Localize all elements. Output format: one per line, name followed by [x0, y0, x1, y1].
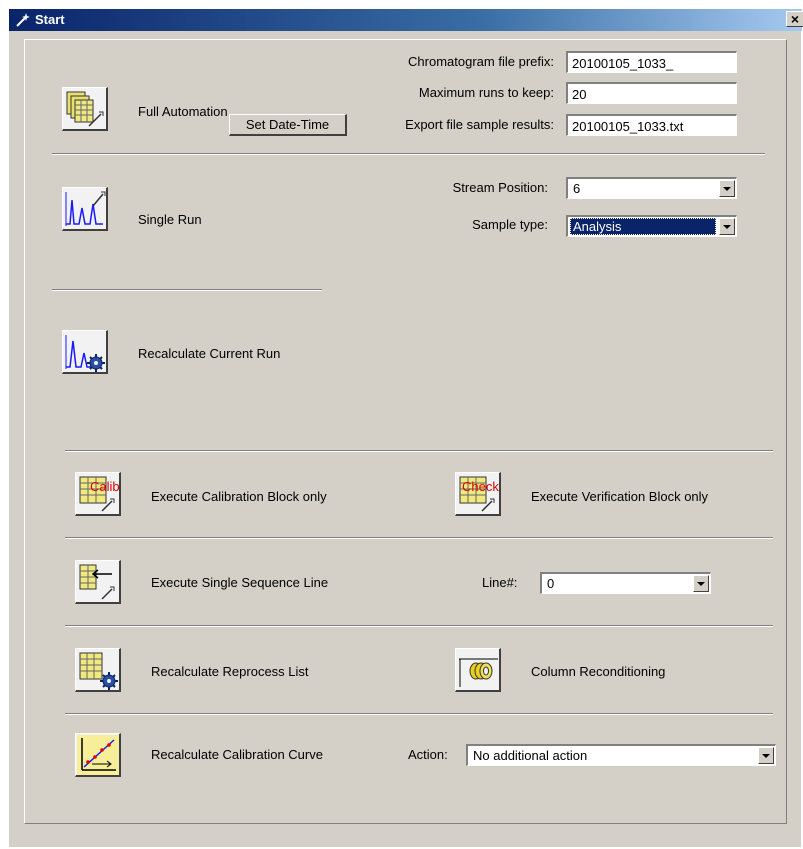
recalculate-calibration-curve-button[interactable]: [75, 733, 121, 777]
chevron-down-icon[interactable]: [758, 747, 774, 764]
separator: [65, 625, 773, 627]
export-field[interactable]: 20100105_1033.txt: [566, 114, 737, 136]
chromatogram-icon: [65, 191, 106, 226]
action-value: No additional action: [473, 748, 588, 763]
separator: [65, 713, 773, 715]
recalculate-reprocess-label: Recalculate Reprocess List: [151, 664, 309, 679]
execute-calibration-label: Execute Calibration Block only: [151, 489, 327, 504]
recalculate-current-run-button[interactable]: [62, 330, 108, 374]
stream-position-label: Stream Position:: [452, 180, 548, 195]
check-icon-text: Check: [462, 479, 499, 494]
execute-sequence-line-button[interactable]: [75, 560, 121, 604]
action-label: Action:: [408, 747, 448, 762]
line-number-label: Line#:: [482, 575, 518, 590]
single-run-label: Single Run: [138, 212, 202, 227]
full-automation-button[interactable]: [62, 87, 108, 131]
full-automation-label: Full Automation: [138, 104, 228, 119]
action-select[interactable]: No additional action: [466, 744, 776, 766]
calib-icon-text: Calib: [90, 479, 120, 494]
prefix-label: Chromatogram file prefix:: [408, 54, 554, 69]
stream-position-value: 6: [573, 181, 581, 196]
prefix-field[interactable]: 20100105_1033_: [566, 51, 737, 73]
separator: [52, 153, 765, 155]
check-sheet-icon: Check: [459, 476, 499, 512]
sample-type-label: Sample type:: [472, 217, 548, 232]
calibration-sheet-icon: Calib: [79, 476, 120, 512]
max-runs-field[interactable]: 20: [566, 82, 737, 104]
single-run-button[interactable]: [62, 187, 108, 231]
separator: [65, 450, 773, 452]
separator: [52, 289, 322, 291]
execute-calibration-button[interactable]: Calib: [75, 472, 121, 516]
recalculate-calibration-curve-label: Recalculate Calibration Curve: [151, 747, 323, 762]
calibration-curve-icon: [77, 735, 119, 775]
chevron-down-icon[interactable]: [719, 180, 735, 197]
execute-verification-button[interactable]: Check: [455, 472, 501, 516]
sample-type-select[interactable]: Analysis: [566, 215, 737, 237]
line-number-select[interactable]: 0: [540, 572, 711, 594]
column-coil-icon: [459, 658, 498, 687]
chromatogram-gear-icon: [65, 335, 105, 372]
line-number-value: 0: [547, 576, 555, 591]
spreadsheet-stack-icon: [66, 91, 104, 127]
title-bar: Start ×: [9, 9, 803, 31]
export-label: Export file sample results:: [405, 117, 554, 132]
chevron-down-icon[interactable]: [719, 218, 735, 235]
execute-sequence-line-label: Execute Single Sequence Line: [151, 575, 329, 590]
main-panel: Full Automation Chromatogram file prefix…: [24, 39, 787, 824]
recalculate-reprocess-button[interactable]: [75, 648, 121, 692]
sequence-arrow-icon: [79, 564, 115, 600]
separator: [65, 537, 773, 539]
execute-verification-label: Execute Verification Block only: [531, 489, 709, 504]
stream-position-select[interactable]: 6: [566, 177, 737, 199]
wand-icon: [16, 13, 30, 27]
window-title: Start: [35, 12, 65, 27]
sheet-gear-icon: [79, 652, 118, 690]
recalculate-current-run-label: Recalculate Current Run: [138, 346, 281, 361]
column-reconditioning-button[interactable]: [455, 648, 501, 692]
close-button[interactable]: ×: [786, 11, 803, 27]
column-reconditioning-label: Column Reconditioning: [531, 664, 666, 679]
chevron-down-icon[interactable]: [693, 575, 709, 592]
start-dialog: Start × Full Automation Chromatogram fil…: [8, 8, 803, 847]
sample-type-value: Analysis: [570, 218, 716, 235]
max-runs-label: Maximum runs to keep:: [418, 85, 554, 100]
